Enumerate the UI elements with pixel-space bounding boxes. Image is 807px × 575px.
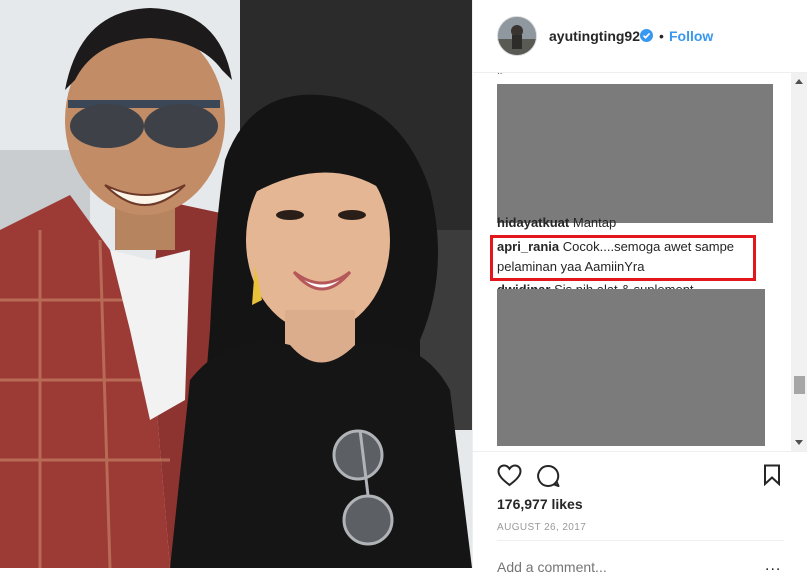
bookmark-icon[interactable] [763, 464, 781, 486]
comment-username[interactable]: hidayatkuat [497, 215, 569, 230]
avatar-image [498, 17, 536, 55]
scroll-up-arrow-icon[interactable] [795, 79, 803, 84]
follow-button[interactable]: Follow [669, 28, 713, 44]
heart-icon[interactable] [497, 464, 522, 487]
post-side-panel: ayutingting92 • Follow ’’ hidayatkuat Ma… [472, 0, 807, 575]
add-comment-section: ... [497, 540, 784, 575]
post-photo [0, 0, 472, 568]
comments-scrollbar[interactable] [791, 73, 807, 451]
header-separator: • [659, 28, 664, 44]
post-actions: 176,977 likes AUGUST 26, 2017 ... [473, 451, 807, 575]
comment-text: Mantap [572, 215, 617, 230]
redacted-comments-block-2 [497, 289, 765, 446]
likes-count[interactable]: 176,977 likes [497, 496, 583, 512]
more-options-icon[interactable]: ... [765, 557, 781, 575]
redacted-comments-block [497, 84, 773, 223]
scrollbar-thumb[interactable] [794, 376, 805, 394]
comment-icon[interactable] [536, 464, 560, 488]
comment-item: hidayatkuat Mantap [497, 214, 616, 232]
add-comment-input[interactable] [497, 559, 737, 575]
post-header: ayutingting92 • Follow [473, 0, 807, 73]
photo-illustration [0, 0, 472, 568]
scroll-down-arrow-icon[interactable] [795, 440, 803, 445]
verified-badge-icon [640, 29, 653, 42]
comment-username[interactable]: apri_rania [497, 239, 559, 254]
post-username[interactable]: ayutingting92 [549, 28, 640, 44]
user-avatar[interactable] [497, 16, 537, 56]
highlighted-comment: apri_rania Cocok....semoga awet sampe pe… [497, 237, 757, 277]
post-date: AUGUST 26, 2017 [497, 522, 587, 533]
